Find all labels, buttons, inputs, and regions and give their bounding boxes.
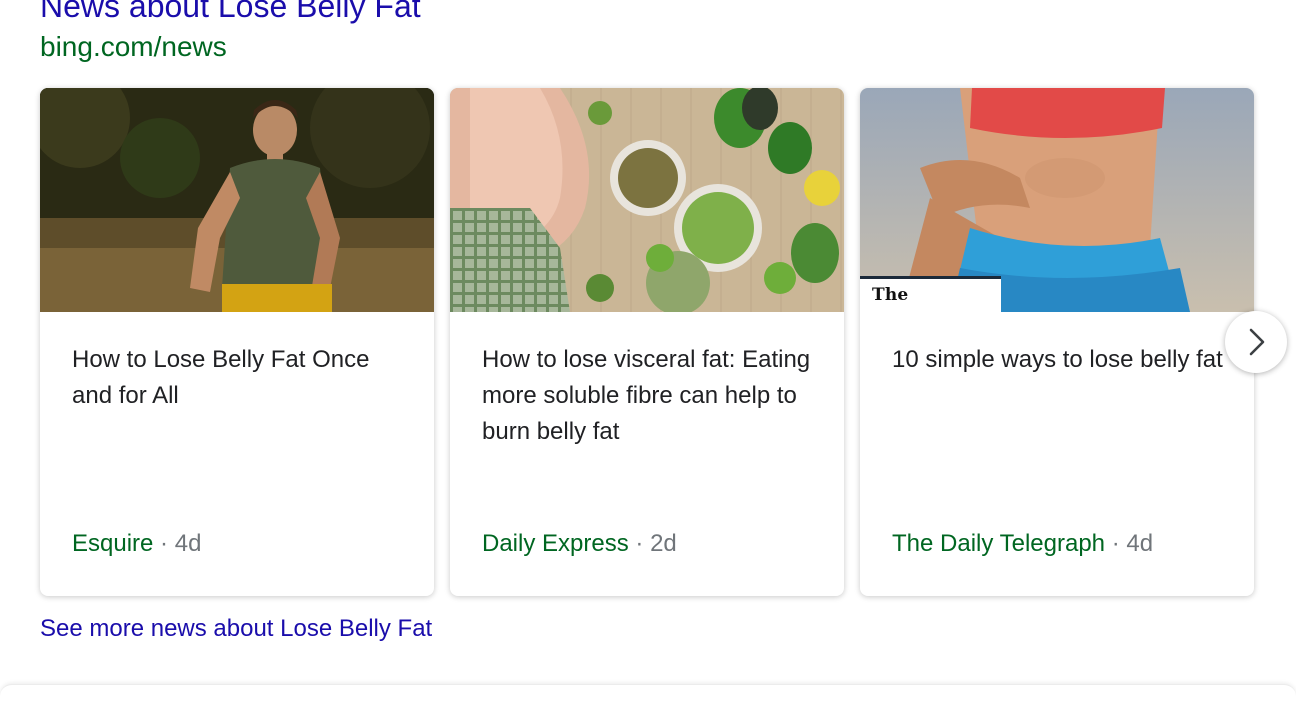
news-card-headline[interactable]: 10 simple ways to lose belly fat	[892, 342, 1232, 378]
news-card-image[interactable]	[450, 88, 844, 312]
news-results-page: News about Lose Belly Fat bing.com/news	[0, 0, 1296, 714]
news-card-headline[interactable]: How to Lose Belly Fat Once and for All	[72, 342, 412, 414]
man-jogging-photo	[40, 88, 434, 312]
news-age: 4d	[174, 530, 202, 557]
news-source-name: Esquire	[72, 530, 154, 557]
news-card-headline[interactable]: How to lose visceral fat: Eating more so…	[482, 342, 822, 450]
news-age: 4d	[1126, 530, 1154, 557]
news-source-name: The Daily Telegraph	[892, 530, 1106, 557]
meta-separator: ·	[1111, 530, 1120, 557]
news-card-meta: Esquire · 4d	[72, 526, 201, 562]
news-age: 2d	[650, 530, 677, 557]
news-section-title[interactable]: News about Lose Belly Fat	[40, 0, 421, 24]
news-card-meta: Daily Express · 2d	[482, 526, 677, 562]
carousel-next-button[interactable]	[1225, 311, 1287, 373]
news-card-image[interactable]: The Telegraph	[860, 88, 1254, 312]
news-source-name: Daily Express	[482, 530, 629, 557]
next-result-container	[0, 684, 1296, 714]
belly-and-vegetables-photo	[450, 88, 844, 312]
news-card-image[interactable]	[40, 88, 434, 312]
meta-separator: ·	[160, 530, 169, 557]
news-card-daily-express[interactable]: How to lose visceral fat: Eating more so…	[450, 88, 844, 596]
news-card-esquire[interactable]: How to Lose Belly Fat Once and for All E…	[40, 88, 434, 596]
news-card-telegraph[interactable]: The Telegraph 10 simple ways to lose bel…	[860, 88, 1254, 596]
news-source-url: bing.com/news	[40, 31, 227, 62]
news-card-meta: The Daily Telegraph · 4d	[892, 526, 1153, 562]
telegraph-logo: The Telegraph	[860, 276, 1001, 312]
chevron-right-icon	[1249, 328, 1265, 356]
see-more-news-link[interactable]: See more news about Lose Belly Fat	[40, 612, 432, 646]
meta-separator: ·	[635, 530, 644, 557]
